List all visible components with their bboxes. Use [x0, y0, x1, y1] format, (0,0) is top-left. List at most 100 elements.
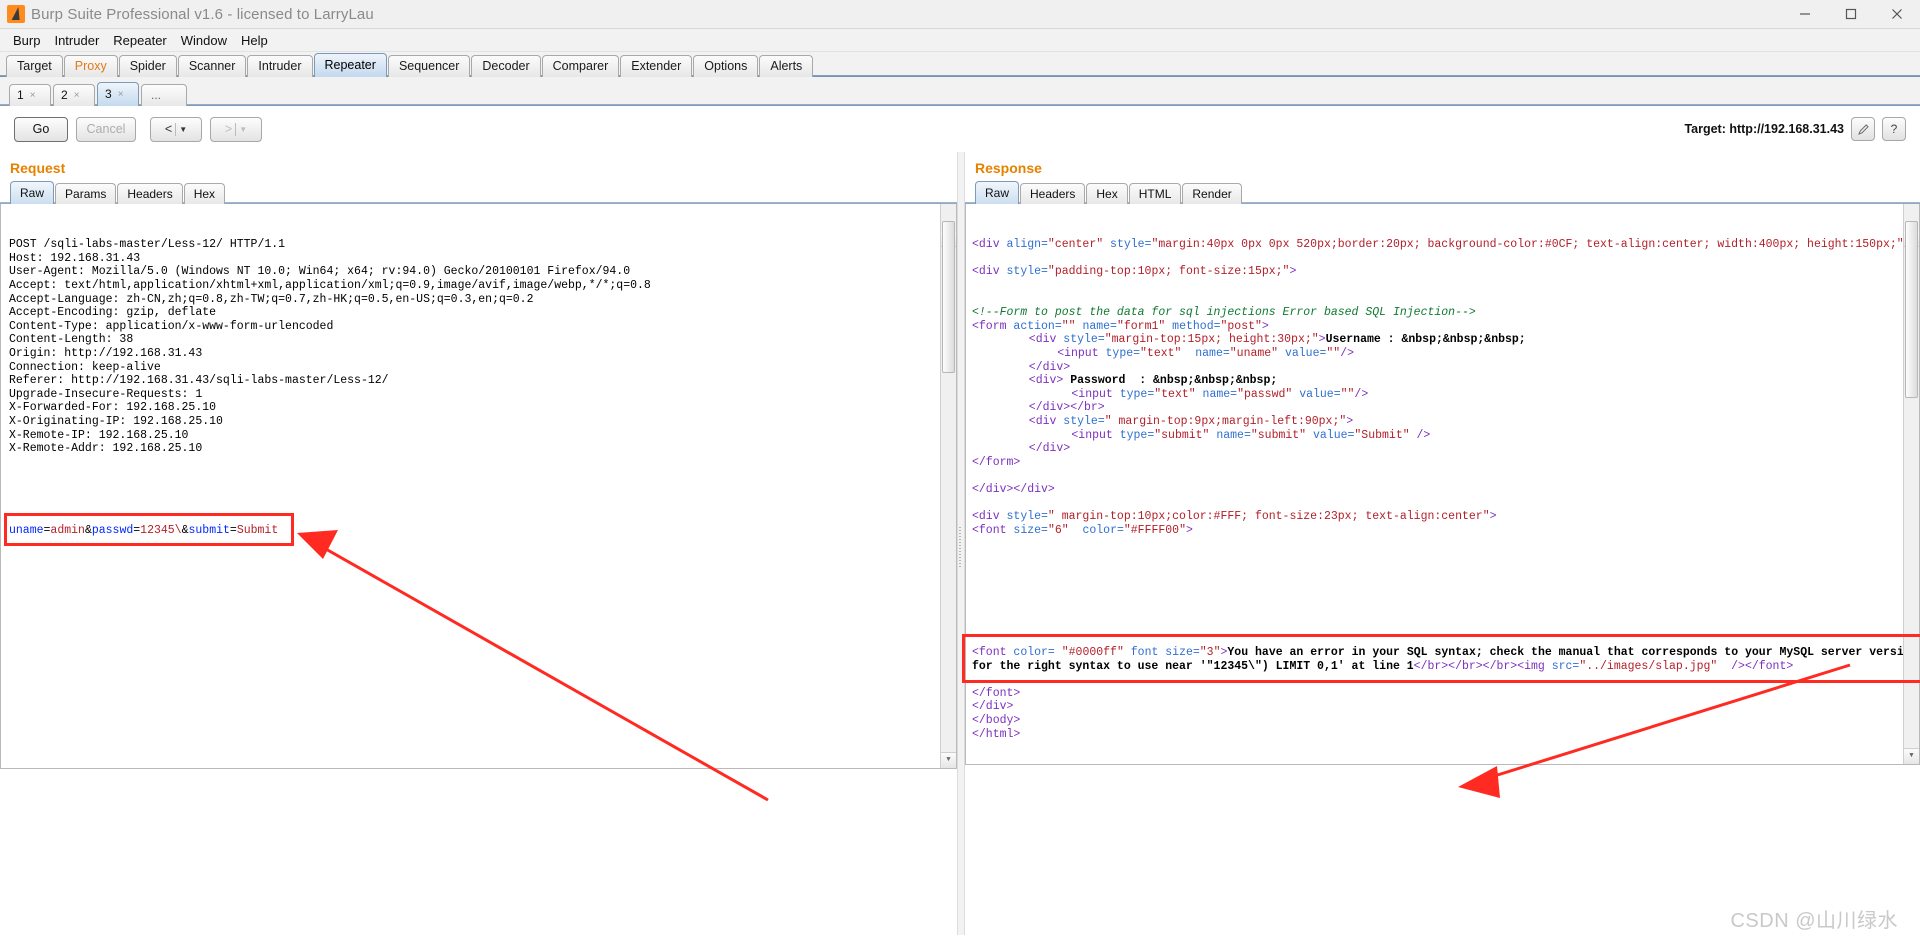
request-scrollbar[interactable]: ▲ ▼ [940, 204, 956, 768]
repeater-tab-2[interactable]: 2 × [53, 84, 95, 106]
code-token: <!--Form to post the data for sql inject… [972, 306, 1476, 320]
response-div-close: </div> [972, 361, 1919, 375]
close-icon[interactable]: × [30, 85, 36, 106]
tab-target[interactable]: Target [6, 55, 63, 77]
repeater-tab-1-label: 1 [17, 88, 24, 102]
repeater-tab-2-label: 2 [61, 88, 68, 102]
code-token: style= [1056, 333, 1105, 347]
repeater-tab-1[interactable]: 1 × [9, 84, 51, 106]
response-scrollbar[interactable]: ▲ ▼ [1903, 204, 1919, 764]
response-tab-hex[interactable]: Hex [1086, 183, 1128, 204]
tab-scanner[interactable]: Scanner [177, 55, 247, 77]
tab-proxy[interactable]: Proxy [63, 55, 118, 77]
code-token: "Submit" [1354, 428, 1410, 442]
forward-button[interactable]: > ▼ [210, 116, 262, 142]
tab-extender[interactable]: Extender [620, 55, 693, 77]
tab-options[interactable]: Options [693, 55, 759, 77]
panes-container: Request Raw Params Headers Hex POST /sql… [0, 152, 1920, 935]
code-token: </div></div> [972, 482, 1055, 496]
response-closing-line: </div> [972, 700, 1919, 714]
tab-sequencer[interactable]: Sequencer [387, 55, 471, 77]
tab-comparer[interactable]: Comparer [541, 55, 620, 77]
code-token: "post" [1220, 319, 1262, 333]
tab-spider[interactable]: Spider [118, 55, 177, 77]
request-header-line: Content-Length: 38 [9, 333, 134, 347]
back-button[interactable]: < ▼ [150, 116, 202, 142]
pencil-icon[interactable] [1851, 117, 1875, 141]
request-tab-hex[interactable]: Hex [183, 183, 226, 204]
code-token: "text" [1154, 387, 1196, 401]
response-lines: <div align="center" style="margin:40px 0… [972, 238, 1919, 741]
tab-intruder[interactable]: Intruder [247, 55, 313, 77]
code-token: "form1" [1116, 319, 1166, 333]
menu-item-intruder[interactable]: Intruder [47, 31, 106, 50]
code-token: "margin:40px 0px 0px 520px;border:20px; … [1151, 238, 1904, 252]
request-header-line: Accept: text/html,application/xhtml+xml,… [9, 278, 651, 292]
request-tab-raw[interactable]: Raw [10, 181, 55, 204]
close-button[interactable] [1874, 0, 1920, 28]
request-lines: POST /sqli-labs-master/Less-12/ HTTP/1.1… [5, 238, 956, 537]
close-icon[interactable]: × [118, 83, 124, 106]
request-editor[interactable]: POST /sqli-labs-master/Less-12/ HTTP/1.1… [0, 204, 957, 769]
tab-decoder[interactable]: Decoder [471, 55, 541, 77]
request-tab-strip: Raw Params Headers Hex [0, 180, 957, 204]
repeater-tab-more[interactable]: ... [141, 84, 187, 106]
code-token: <input [1071, 387, 1113, 401]
code-token: </font> [972, 686, 1021, 700]
close-icon[interactable]: × [74, 85, 80, 106]
code-token: type= [1098, 346, 1141, 360]
code-token: <div [972, 510, 1000, 524]
request-body-token: submit [188, 523, 230, 537]
menu-item-repeater[interactable]: Repeater [106, 31, 173, 50]
code-token: Username : &nbsp;&nbsp;&nbsp; [1325, 333, 1526, 347]
scroll-thumb[interactable] [942, 221, 955, 373]
scroll-down-arrow[interactable]: ▼ [1904, 748, 1919, 764]
cancel-button[interactable]: Cancel [76, 116, 136, 142]
tab-alerts[interactable]: Alerts [759, 55, 814, 77]
response-tab-strip: Raw Headers Hex HTML Render [965, 180, 1920, 204]
tab-repeater[interactable]: Repeater [313, 53, 387, 77]
pane-splitter[interactable] [957, 152, 965, 935]
code-token: value= [1306, 428, 1355, 442]
code-token: <div [1028, 414, 1057, 428]
response-div-error-wrap: <div style=" margin-top:10px;color:#FFF;… [972, 510, 1919, 524]
divider [175, 122, 177, 136]
code-token: <div [972, 265, 1000, 279]
scroll-thumb[interactable] [1905, 221, 1918, 398]
code-token: align= [999, 238, 1048, 252]
response-tab-raw[interactable]: Raw [975, 181, 1020, 204]
menu-item-burp[interactable]: Burp [6, 31, 47, 50]
code-token: "submit" [1250, 428, 1307, 442]
code-token: > [1261, 319, 1269, 333]
request-tab-headers[interactable]: Headers [117, 183, 183, 204]
title-bar: Burp Suite Professional v1.6 - licensed … [0, 0, 1920, 29]
response-div-submit: <div style=" margin-top:9px;margin-left:… [972, 415, 1919, 429]
request-body-token: Submit [236, 523, 279, 537]
maximize-button[interactable] [1828, 0, 1874, 28]
chevron-down-icon: ▼ [239, 124, 248, 134]
repeater-tab-3[interactable]: 3 × [97, 82, 139, 106]
response-editor[interactable]: <div align="center" style="margin:40px 0… [965, 204, 1920, 765]
minimize-button[interactable] [1782, 0, 1828, 28]
code-token: "#0000ff" [1061, 646, 1124, 659]
menu-item-window[interactable]: Window [174, 31, 234, 50]
response-tab-html[interactable]: HTML [1128, 183, 1182, 204]
scroll-down-arrow[interactable]: ▼ [941, 752, 956, 768]
code-token: <font [972, 523, 1007, 537]
response-title: Response [975, 160, 1042, 176]
code-token: name= [1209, 428, 1251, 442]
request-tab-params[interactable]: Params [55, 183, 117, 204]
menu-item-help[interactable]: Help [234, 31, 275, 50]
response-error-line: <font color= "#0000ff" font size="3">You… [972, 646, 1919, 673]
response-tab-render[interactable]: Render [1182, 183, 1242, 204]
request-body-token: 12345\ [140, 523, 182, 537]
code-token: src= [1544, 659, 1580, 673]
response-form-close: </form> [972, 456, 1919, 470]
question-mark-icon[interactable]: ? [1882, 117, 1906, 141]
go-button[interactable]: Go [14, 116, 68, 142]
code-token: type= [1112, 387, 1155, 401]
response-tab-headers[interactable]: Headers [1020, 183, 1086, 204]
